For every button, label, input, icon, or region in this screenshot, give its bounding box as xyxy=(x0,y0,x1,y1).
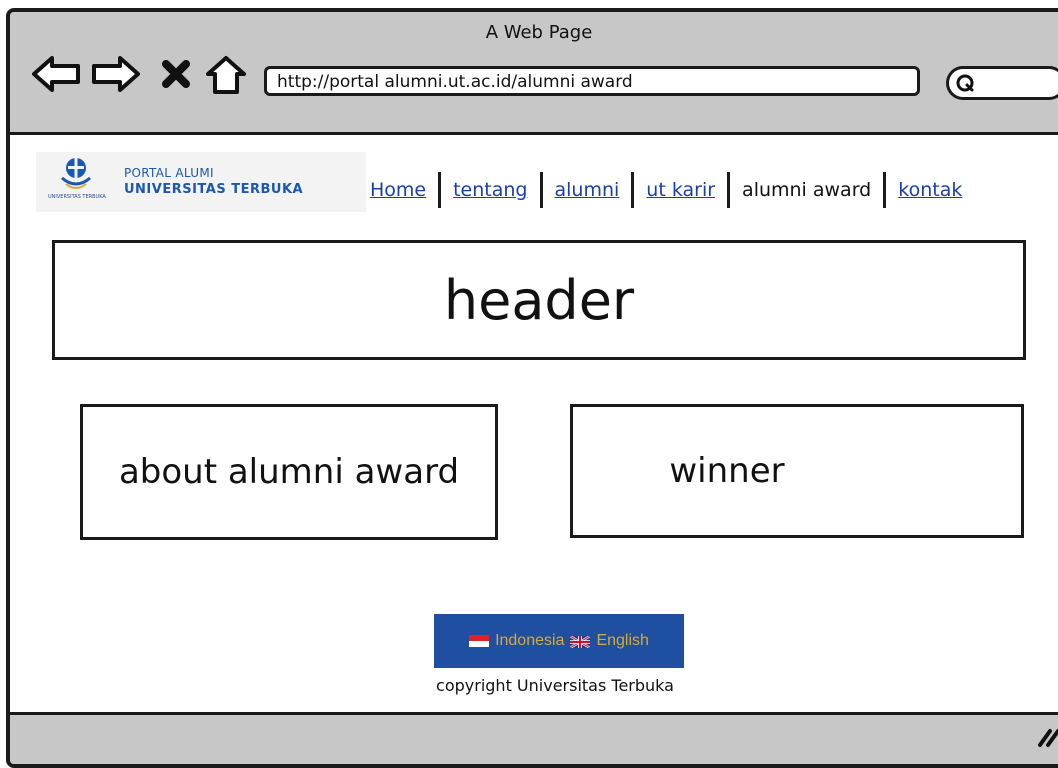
lang-indonesia-link[interactable]: Indonesia xyxy=(495,632,564,650)
about-label: about alumni award xyxy=(118,452,460,492)
home-icon[interactable] xyxy=(204,54,248,100)
nav-separator xyxy=(883,172,887,208)
window-title: A Web Page xyxy=(485,22,593,43)
nav-alumni-award[interactable]: alumni award xyxy=(742,179,871,201)
search-icon xyxy=(955,73,977,99)
resize-grip-icon[interactable] xyxy=(1034,725,1058,753)
winner-panel[interactable]: winner xyxy=(570,404,1024,538)
nav-separator xyxy=(539,172,543,208)
address-bar[interactable]: http://portal alumni.ut.ac.id/alumni awa… xyxy=(264,66,920,96)
close-icon[interactable] xyxy=(160,58,192,94)
indonesia-flag-icon xyxy=(469,635,490,647)
logo-subtitle: UNIVERSITAS TERBUKA xyxy=(124,182,304,197)
language-switcher: Indonesia English xyxy=(434,614,684,668)
nav-separator xyxy=(438,172,442,208)
logo-title: PORTAL ALUMI xyxy=(124,166,214,180)
nav-separator xyxy=(631,172,635,208)
nav-tentang[interactable]: tentang xyxy=(453,179,527,201)
header-placeholder: header xyxy=(52,240,1026,360)
university-emblem-icon xyxy=(46,156,106,198)
site-logo[interactable]: UNIVERSITAS TERBUKA PORTAL ALUMI UNIVERS… xyxy=(36,152,366,212)
winner-label: winner xyxy=(669,451,785,491)
uk-flag-icon xyxy=(569,634,592,650)
forward-icon[interactable] xyxy=(90,54,142,98)
nav-home[interactable]: Home xyxy=(370,179,426,201)
nav-alumni[interactable]: alumni xyxy=(555,179,620,201)
lang-english-link[interactable]: English xyxy=(596,632,648,650)
about-alumni-award-panel[interactable]: about alumni award xyxy=(80,404,498,540)
logo-caption: UNIVERSITAS TERBUKA xyxy=(48,194,106,200)
nav-kontak[interactable]: kontak xyxy=(898,179,962,201)
status-bar xyxy=(10,712,1058,764)
header-label: header xyxy=(443,268,635,332)
nav-ut-karir[interactable]: ut karir xyxy=(646,179,715,201)
browser-toolbar: A Web Page http://portal alumni.ut.ac.id… xyxy=(10,12,1058,135)
back-icon[interactable] xyxy=(30,54,82,98)
main-nav: Home tentang alumni ut karir alumni awar… xyxy=(370,168,962,212)
search-field[interactable] xyxy=(946,66,1058,100)
nav-separator xyxy=(727,172,731,208)
copyright-text: copyright Universitas Terbuka xyxy=(436,676,674,695)
browser-window: A Web Page http://portal alumni.ut.ac.id… xyxy=(6,8,1058,768)
